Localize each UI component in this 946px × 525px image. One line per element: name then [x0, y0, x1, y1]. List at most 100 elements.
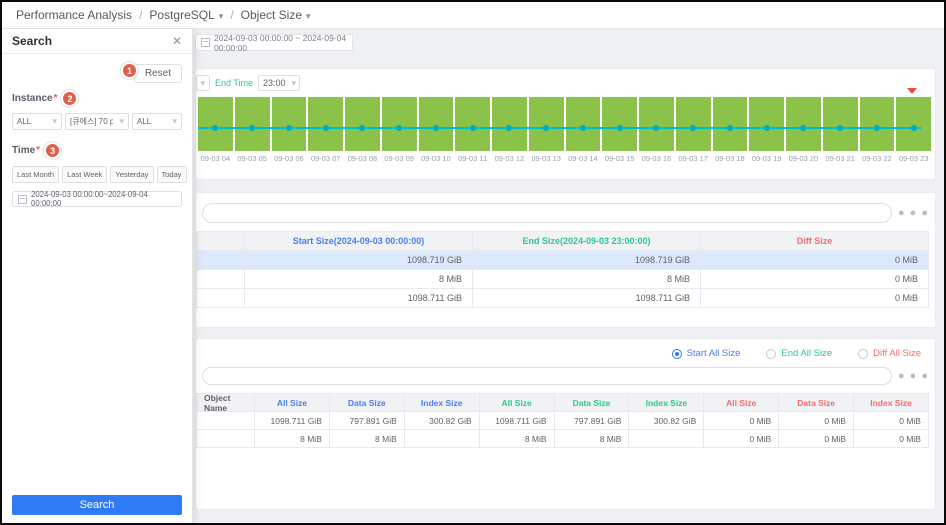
end-size-cell: 1098.711 GiB — [473, 289, 701, 308]
radio-label: End All Size — [781, 348, 832, 359]
size-cell: 8 MiB — [330, 430, 405, 448]
x-tick-label: 09-03 07 — [308, 154, 343, 163]
quick-range-yesterday[interactable]: Yesterday — [110, 166, 153, 183]
instance-select[interactable]: [큐에스] 70 pg ... ▾ — [65, 113, 129, 130]
timeline-bar[interactable] — [639, 97, 674, 151]
quick-range-last-month[interactable]: Last Month — [12, 166, 59, 183]
timeline-bar[interactable] — [896, 97, 931, 151]
table-row[interactable]: 1098.711 GiB1098.711 GiB0 MiB — [197, 289, 929, 308]
timeline-point — [470, 125, 476, 131]
timeline-bar[interactable] — [713, 97, 748, 151]
timeline-point — [837, 125, 843, 131]
timeline-point — [433, 125, 439, 131]
timeline-bar[interactable] — [492, 97, 527, 151]
chevron-down-icon: ▾ — [306, 11, 311, 21]
radio-label: Start All Size — [687, 348, 741, 359]
breadcrumb: Performance Analysis/PostgreSQL▾/Object … — [2, 2, 944, 29]
end-time-label: End Time — [215, 78, 253, 88]
diff-size-cell: 0 MiB — [701, 270, 929, 289]
object-filter-input[interactable] — [202, 367, 892, 385]
reset-button[interactable]: Reset — [134, 64, 182, 83]
timeline-bar[interactable] — [419, 97, 454, 151]
size-mode-radio-group: Start All Size End All Size Diff All Size — [196, 346, 935, 361]
timeline-bar[interactable] — [860, 97, 895, 151]
close-icon[interactable]: ✕ — [172, 34, 182, 48]
col-header-end-index-size: Index Size — [629, 394, 704, 412]
size-cell: 0 MiB — [704, 412, 779, 430]
timeline-point — [286, 125, 292, 131]
timeline-bar[interactable] — [566, 97, 601, 151]
breadcrumb-item-object-size[interactable]: Object Size▾ — [241, 8, 311, 22]
x-tick-label: 09-03 19 — [749, 154, 784, 163]
timeline-bar[interactable] — [602, 97, 637, 151]
col-header-start-all-size: All Size — [255, 394, 330, 412]
timeline-bar[interactable] — [272, 97, 307, 151]
size-cell: 1098.711 GiB — [255, 412, 330, 430]
table-row[interactable]: 1098.711 GiB797.891 GiB300.82 GiB1098.71… — [197, 412, 929, 430]
size-summary-panel: ● ● ● Start Size(2024-09-03 00:00:00)End… — [195, 192, 936, 328]
radio-end-all-size[interactable]: End All Size — [766, 348, 832, 359]
timeline-point — [653, 125, 659, 131]
size-cell: 0 MiB — [704, 430, 779, 448]
radio-start-all-size[interactable]: Start All Size — [672, 348, 741, 359]
summary-filter-input[interactable] — [202, 203, 892, 223]
size-cell: 300.82 GiB — [629, 412, 704, 430]
instance-group-select[interactable]: ALL ▾ — [12, 113, 62, 130]
diff-size-header: Diff Size — [701, 232, 929, 251]
time-field-label: Time* 3 — [12, 142, 182, 159]
database-select[interactable]: ALL ▾ — [132, 113, 182, 130]
timeline-bar[interactable] — [529, 97, 564, 151]
breadcrumb-item-performance-analysis[interactable]: Performance Analysis — [16, 8, 132, 22]
table-row[interactable]: 8 MiB8 MiB0 MiB — [197, 270, 929, 289]
quick-range-last-week[interactable]: Last Week — [62, 166, 107, 183]
timeline-bar[interactable] — [455, 97, 490, 151]
quick-range-today[interactable]: Today — [157, 166, 187, 183]
timeline-bar[interactable] — [786, 97, 821, 151]
table-row[interactable]: 1098.719 GiB1098.719 GiB0 MiB — [197, 251, 929, 270]
end-time-value: 23:00 — [263, 78, 286, 88]
timeline-bar[interactable] — [749, 97, 784, 151]
start-time-select[interactable]: ▾ — [196, 75, 210, 91]
timeline-bar[interactable] — [382, 97, 417, 151]
start-size-cell: 8 MiB — [245, 270, 473, 289]
timeline-bar[interactable] — [198, 97, 233, 151]
x-tick-label: 09-03 13 — [529, 154, 564, 163]
timeline-bars — [198, 97, 931, 151]
col-header-start-data-size: Data Size — [330, 394, 405, 412]
timeline-point — [396, 125, 402, 131]
col-header-diff-data-size: Data Size — [779, 394, 854, 412]
reset-row: 1 Reset — [12, 62, 182, 84]
x-tick-label: 09-03 16 — [639, 154, 674, 163]
x-tick-label: 09-03 09 — [382, 154, 417, 163]
timeline-point — [506, 125, 512, 131]
x-tick-label: 09-03 22 — [860, 154, 895, 163]
end-size-header: End Size(2024-09-03 23:00:00) — [473, 232, 701, 251]
more-options-icon[interactable]: ● ● ● — [898, 208, 929, 219]
timeline-point — [764, 125, 770, 131]
timeline-bar[interactable] — [676, 97, 711, 151]
instance-field-label: Instance* 2 — [12, 90, 182, 107]
more-options-icon[interactable]: ● ● ● — [898, 371, 929, 382]
table-row[interactable]: 8 MiB8 MiB8 MiB8 MiB0 MiB0 MiB0 MiB — [197, 430, 929, 448]
x-tick-label: 09-03 10 — [419, 154, 454, 163]
breadcrumb-separator: / — [230, 8, 233, 22]
x-tick-label: 09-03 17 — [676, 154, 711, 163]
end-time-select[interactable]: 23:00 ▾ — [258, 75, 300, 91]
size-cell: 8 MiB — [555, 430, 630, 448]
radio-label: Diff All Size — [873, 348, 921, 359]
search-button[interactable]: Search — [12, 495, 182, 515]
size-cell: 797.891 GiB — [555, 412, 630, 430]
selected-time-marker-icon — [907, 88, 917, 94]
main-area: 2024-09-03 00:00:00 ~ 2024-09-04 00:00:0… — [2, 29, 944, 523]
timeline-bar[interactable] — [308, 97, 343, 151]
radio-diff-all-size[interactable]: Diff All Size — [858, 348, 921, 359]
size-cell: 0 MiB — [854, 430, 929, 448]
date-range-display[interactable]: 2024-09-03 00:00:00 ~ 2024-09-04 00:00:0… — [195, 34, 353, 51]
breadcrumb-item-postgresql[interactable]: PostgreSQL▾ — [149, 8, 223, 22]
timeline-bar[interactable] — [823, 97, 858, 151]
time-range-input[interactable]: 2024-09-03 00:00:00~2024-09-04 00:00:00 — [12, 191, 182, 207]
object-name-header: Object Name — [197, 394, 255, 412]
timeline-bar[interactable] — [345, 97, 380, 151]
timeline-bar[interactable] — [235, 97, 270, 151]
chevron-down-icon: ▾ — [292, 78, 297, 89]
